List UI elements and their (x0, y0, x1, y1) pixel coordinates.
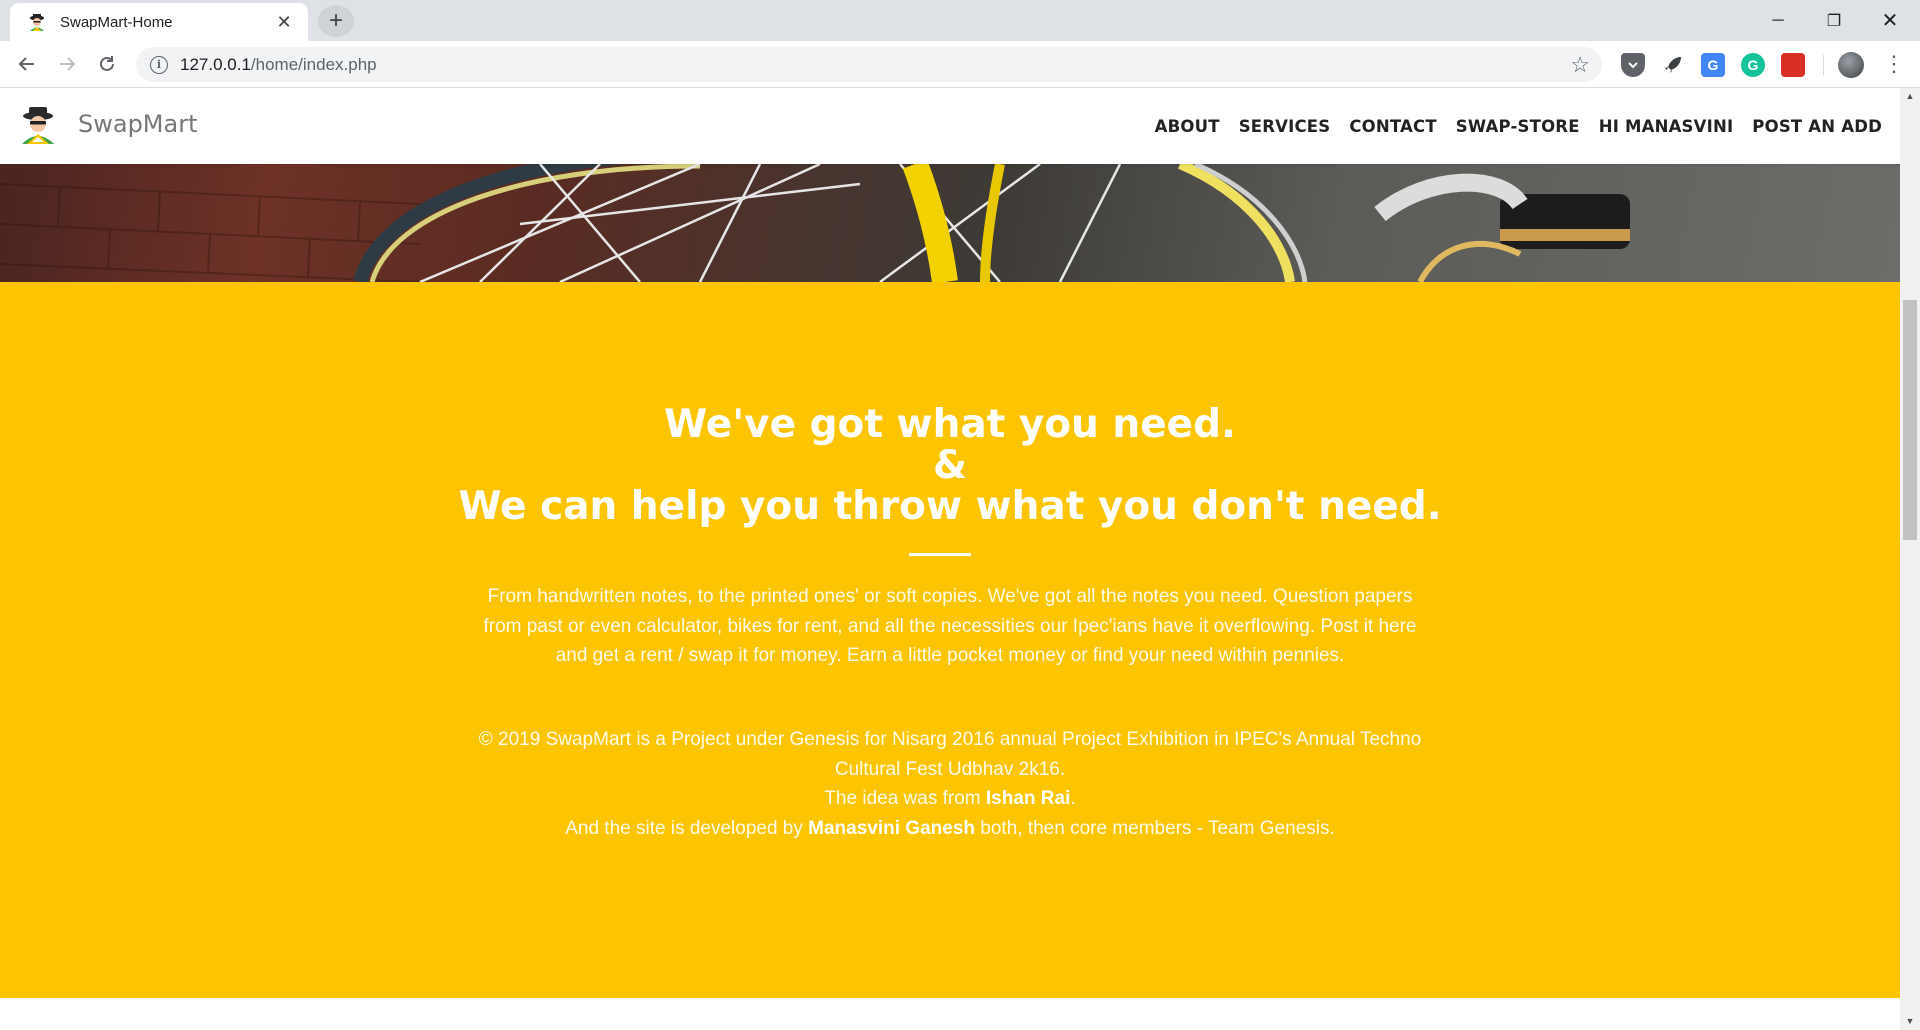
info-icon[interactable]: i (150, 55, 168, 74)
book-icon[interactable] (1781, 53, 1805, 77)
bookmark-star-icon[interactable]: ☆ (1570, 52, 1590, 78)
next-section (0, 998, 1900, 1030)
about-section: We've got what you need. & We can help y… (0, 282, 1900, 998)
swapmart-logo-icon (18, 104, 58, 144)
url-host: 127.0.0.1 (180, 54, 251, 74)
scroll-thumb[interactable] (1903, 300, 1917, 540)
scroll-up-arrow-icon[interactable]: ▲ (1900, 88, 1920, 105)
credits-dev-name: Manasvini Ganesh (808, 817, 975, 839)
nav-post-ad[interactable]: POST AN ADD (1752, 117, 1882, 136)
back-arrow-icon[interactable] (11, 48, 43, 80)
section-heading: We've got what you need. & We can help y… (0, 404, 1900, 527)
nav-user-greeting[interactable]: HI MANASVINI (1599, 117, 1734, 136)
page-scrollbar[interactable]: ▲ ▼ (1900, 88, 1920, 1030)
window-close-button[interactable]: ✕ (1862, 0, 1918, 41)
tab-close-icon[interactable]: ✕ (274, 12, 294, 32)
brand-name: SwapMart (78, 110, 198, 138)
nav-about[interactable]: ABOUT (1155, 117, 1220, 136)
new-tab-button[interactable]: + (318, 5, 354, 37)
credits-line-1: © 2019 SwapMart is a Project under Genes… (478, 729, 1422, 780)
browser-tab[interactable]: SwapMart-Home ✕ (10, 3, 308, 41)
credits-idea-prefix: The idea was from (824, 788, 986, 810)
reload-icon[interactable] (91, 48, 123, 80)
grammarly-icon[interactable]: G (1741, 53, 1765, 77)
heading-line-1: We've got what you need. (664, 402, 1236, 447)
scroll-down-arrow-icon[interactable]: ▼ (1900, 1013, 1920, 1030)
pocket-icon[interactable] (1621, 53, 1645, 77)
heading-divider (909, 553, 971, 556)
site-navbar: SwapMart ABOUT SERVICES CONTACT SWAP-STO… (0, 88, 1900, 164)
address-bar[interactable]: i 127.0.0.1/home/index.php ☆ (136, 47, 1602, 82)
nav-services[interactable]: SERVICES (1239, 117, 1331, 136)
window-maximize-button[interactable]: ❐ (1806, 0, 1862, 41)
browser-title-bar: SwapMart-Home ✕ + ─ ❐ ✕ (0, 0, 1920, 41)
nav-contact[interactable]: CONTACT (1349, 117, 1436, 136)
translate-icon[interactable]: G (1701, 53, 1725, 77)
page-viewport: SwapMart ABOUT SERVICES CONTACT SWAP-STO… (0, 88, 1900, 1030)
credits-dev-suffix: both, then core members - Team Genesis. (975, 817, 1335, 839)
swapmart-favicon-icon (26, 11, 48, 33)
intro-paragraph: From handwritten notes, to the printed o… (483, 586, 1417, 667)
credits-idea-suffix: . (1070, 788, 1076, 810)
forward-arrow-icon[interactable] (51, 48, 83, 80)
site-nav-links: ABOUT SERVICES CONTACT SWAP-STORE HI MAN… (1136, 88, 1882, 164)
hero-bicycle-image (0, 164, 1900, 282)
url-path: /home/index.php (250, 54, 377, 74)
menu-dots-icon[interactable]: ⋮ (1882, 49, 1906, 79)
window-minimize-button[interactable]: ─ (1750, 0, 1806, 41)
browser-toolbar: i 127.0.0.1/home/index.php ☆ G G ⋮ (0, 41, 1920, 88)
toolbar-separator (1823, 55, 1824, 75)
tab-title: SwapMart-Home (60, 13, 173, 31)
credits-paragraph: © 2019 SwapMart is a Project under Genes… (470, 725, 1430, 843)
heading-line-3: We can help you throw what you don't nee… (458, 484, 1442, 529)
profile-avatar[interactable] (1838, 52, 1864, 78)
rocket-icon[interactable] (1661, 53, 1685, 77)
credits-idea-name: Ishan Rai (985, 788, 1071, 810)
nav-swap-store[interactable]: SWAP-STORE (1456, 117, 1580, 136)
heading-line-2: & (932, 443, 967, 488)
credits-dev-prefix: And the site is developed by (565, 817, 809, 839)
brand[interactable]: SwapMart (18, 104, 198, 144)
